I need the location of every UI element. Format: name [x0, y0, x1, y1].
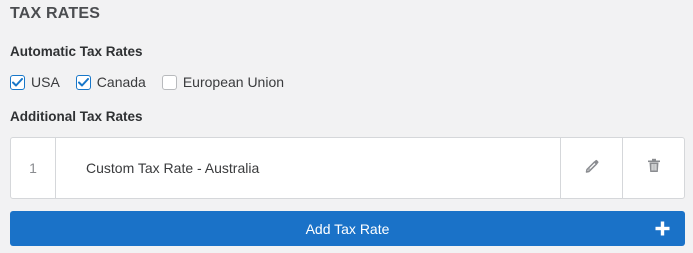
checkbox-label-usa: USA	[31, 74, 60, 90]
delete-tax-rate-button[interactable]	[622, 138, 684, 198]
checkbox-label-canada: Canada	[96, 74, 146, 90]
checkbox-canada[interactable]: Canada	[75, 74, 146, 90]
automatic-tax-rates-label: Automatic Tax Rates	[10, 44, 143, 59]
checkbox-label-european-union: European Union	[182, 74, 285, 90]
checkbox-checked-icon[interactable]	[10, 74, 25, 90]
checkbox-usa[interactable]: USA	[10, 74, 60, 90]
tax-rate-row-index: 1	[11, 138, 56, 198]
trash-icon	[647, 158, 661, 178]
edit-tax-rate-button[interactable]	[560, 138, 622, 198]
tax-rate-row: 1 Custom Tax Rate - Australia	[10, 137, 685, 199]
checkbox-checked-icon[interactable]	[75, 74, 91, 90]
pencil-icon	[584, 158, 600, 179]
checkbox-unchecked-icon[interactable]	[161, 74, 177, 90]
checkbox-european-union[interactable]: European Union	[161, 74, 285, 90]
add-tax-rate-button[interactable]: Add Tax Rate	[10, 211, 685, 246]
add-tax-rate-label: Add Tax Rate	[305, 220, 390, 237]
plus-icon	[655, 221, 670, 236]
automatic-tax-rates-options: USA Canada European Union	[10, 73, 300, 91]
tax-rate-row-name: Custom Tax Rate - Australia	[86, 160, 260, 176]
section-title: TAX RATES	[10, 5, 101, 22]
additional-tax-rates-label: Additional Tax Rates	[10, 109, 143, 124]
